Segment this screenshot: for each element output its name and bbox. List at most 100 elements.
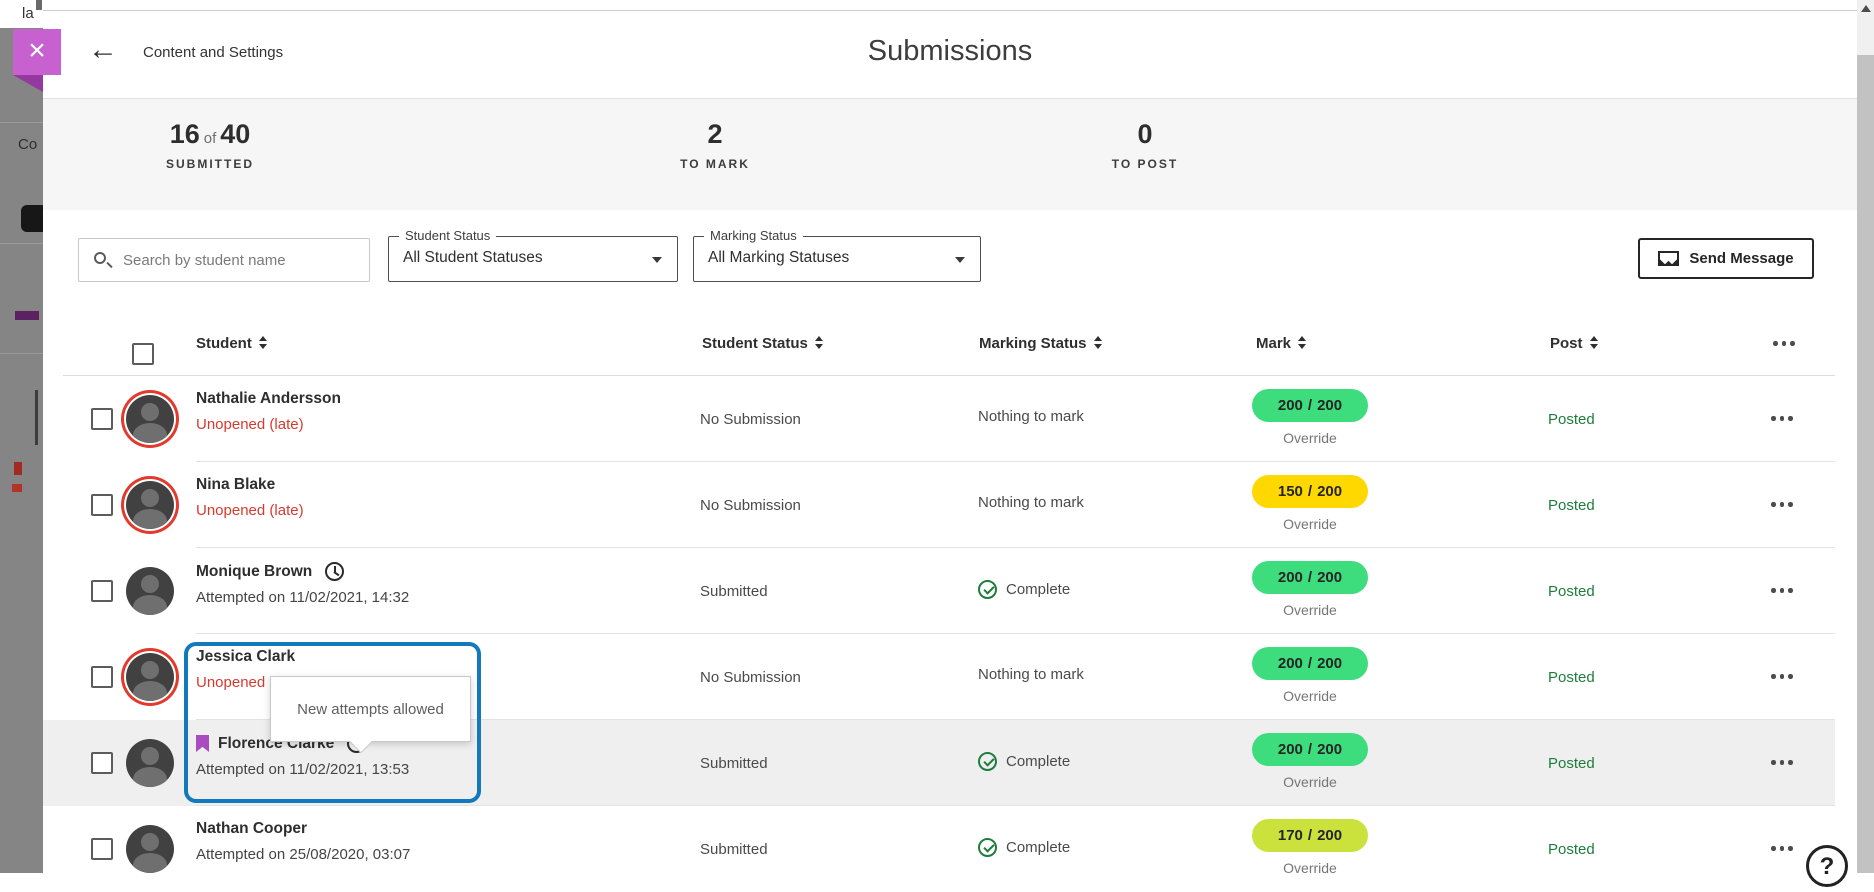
column-header-student-status[interactable]: Student Status	[702, 335, 824, 352]
background-text-fragment: Co	[18, 136, 37, 153]
scrollbar-up-arrow-icon[interactable]	[1861, 5, 1871, 12]
mark-pill[interactable]: 200/200	[1252, 733, 1368, 766]
marking-status-cell: Nothing to mark	[978, 494, 1084, 511]
student-name[interactable]: Nathalie Andersson	[196, 390, 341, 408]
student-substatus: Unopened (late)	[196, 502, 304, 519]
vertical-scrollbar[interactable]	[1857, 0, 1874, 873]
marking-status-cell: Complete	[978, 838, 1070, 857]
page-title: Submissions	[43, 35, 1857, 68]
student-name[interactable]: Nina Blake	[196, 476, 304, 494]
search-input[interactable]	[123, 239, 363, 281]
row-checkbox[interactable]	[91, 752, 113, 774]
row-divider	[196, 461, 1835, 462]
stat-submitted-total: 40	[220, 119, 250, 149]
mark-pill[interactable]: 200/200	[1252, 561, 1368, 594]
row-overflow-menu-button[interactable]	[1771, 588, 1793, 593]
column-header-marking-status[interactable]: Marking Status	[979, 335, 1103, 352]
student-name[interactable]: Jessica Clark	[196, 648, 304, 666]
student-search	[78, 238, 370, 282]
row-overflow-menu-button[interactable]	[1771, 846, 1793, 851]
background-divider	[0, 122, 43, 123]
post-status[interactable]: Posted	[1548, 411, 1595, 428]
stat-to-post-value: 0	[1137, 119, 1152, 149]
marking-status-dropdown-value: All Marking Statuses	[708, 249, 849, 267]
row-checkbox[interactable]	[91, 838, 113, 860]
search-icon	[94, 252, 106, 264]
row-checkbox[interactable]	[91, 580, 113, 602]
marking-status-dropdown[interactable]: Marking Status All Marking Statuses	[693, 236, 981, 282]
avatar-unopened-late	[126, 481, 174, 529]
avatar-unopened-late	[126, 653, 174, 701]
background-page-strip: la Co	[0, 0, 43, 873]
complete-check-icon	[978, 752, 997, 771]
table-overflow-menu-button[interactable]	[1773, 341, 1795, 346]
sort-icon	[1590, 336, 1599, 349]
student-name[interactable]: Nathan Cooper	[196, 820, 410, 838]
submissions-panel: ← Content and Settings Submissions 16of4…	[43, 10, 1857, 873]
row-checkbox[interactable]	[91, 666, 113, 688]
override-label: Override	[1252, 602, 1368, 618]
post-status[interactable]: Posted	[1548, 669, 1595, 686]
table-row: Monique Brown Attempted on 11/02/2021, 1…	[43, 548, 1835, 634]
mark-pill[interactable]: 150/200	[1252, 475, 1368, 508]
row-checkbox[interactable]	[91, 408, 113, 430]
stat-submitted: 16of40 SUBMITTED	[100, 119, 320, 171]
override-label: Override	[1252, 774, 1368, 790]
marking-status-cell: Complete	[978, 580, 1070, 599]
scrollbar-thumb[interactable]	[1857, 55, 1874, 873]
sort-icon	[259, 336, 268, 349]
student-status-dropdown-value: All Student Statuses	[403, 249, 543, 267]
late-clock-icon	[325, 562, 344, 581]
background-purple-bar	[15, 311, 39, 320]
tooltip-text: New attempts allowed	[297, 701, 444, 718]
row-overflow-menu-button[interactable]	[1771, 760, 1793, 765]
mark-pill[interactable]: 200/200	[1252, 389, 1368, 422]
override-label: Override	[1252, 430, 1368, 446]
close-icon[interactable]: ×	[13, 29, 61, 75]
student-status-cell: Submitted	[700, 583, 768, 600]
row-overflow-menu-button[interactable]	[1771, 416, 1793, 421]
chevron-down-icon	[652, 257, 662, 263]
column-header-student[interactable]: Student	[196, 335, 268, 352]
post-status[interactable]: Posted	[1548, 497, 1595, 514]
stat-submitted-label: SUBMITTED	[100, 157, 320, 171]
marking-status-dropdown-label: Marking Status	[704, 228, 803, 243]
bookmark-flag-icon	[196, 735, 209, 752]
sort-icon	[1094, 336, 1103, 349]
stat-to-mark-label: TO MARK	[605, 157, 825, 171]
modal-dim-overlay	[0, 28, 43, 873]
avatar	[126, 567, 174, 615]
student-substatus: Attempted on 11/02/2021, 14:32	[196, 589, 409, 606]
student-status-dropdown-label: Student Status	[399, 228, 496, 243]
stat-of-label: of	[200, 130, 221, 147]
row-overflow-menu-button[interactable]	[1771, 674, 1793, 679]
post-status[interactable]: Posted	[1548, 841, 1595, 858]
table-row: Nathalie Andersson Unopened (late) No Su…	[43, 376, 1835, 462]
override-label: Override	[1252, 688, 1368, 704]
column-header-mark[interactable]: Mark	[1256, 335, 1307, 352]
help-button[interactable]: ?	[1806, 845, 1848, 887]
row-overflow-menu-button[interactable]	[1771, 502, 1793, 507]
table-row: Nathan Cooper Attempted on 25/08/2020, 0…	[43, 806, 1835, 892]
student-name[interactable]: Monique Brown	[196, 562, 409, 581]
marking-status-cell: Nothing to mark	[978, 408, 1084, 425]
panel-header: ← Content and Settings Submissions	[43, 11, 1857, 99]
row-checkbox[interactable]	[91, 494, 113, 516]
send-message-label: Send Message	[1689, 250, 1793, 267]
student-status-cell: No Submission	[700, 669, 801, 686]
table-row: Nina Blake Unopened (late) No Submission…	[43, 462, 1835, 548]
send-message-button[interactable]: Send Message	[1638, 238, 1814, 279]
row-divider	[196, 633, 1835, 634]
mark-pill[interactable]: 200/200	[1252, 647, 1368, 680]
sort-icon	[1298, 336, 1307, 349]
post-status[interactable]: Posted	[1548, 583, 1595, 600]
student-status-cell: Submitted	[700, 841, 768, 858]
student-status-dropdown[interactable]: Student Status All Student Statuses	[388, 236, 678, 282]
override-label: Override	[1252, 860, 1368, 876]
column-header-post[interactable]: Post	[1550, 335, 1599, 352]
mark-pill[interactable]: 170/200	[1252, 819, 1368, 852]
student-status-cell: No Submission	[700, 497, 801, 514]
select-all-checkbox[interactable]	[132, 343, 154, 365]
post-status[interactable]: Posted	[1548, 755, 1595, 772]
stat-to-mark-value: 2	[707, 119, 722, 149]
